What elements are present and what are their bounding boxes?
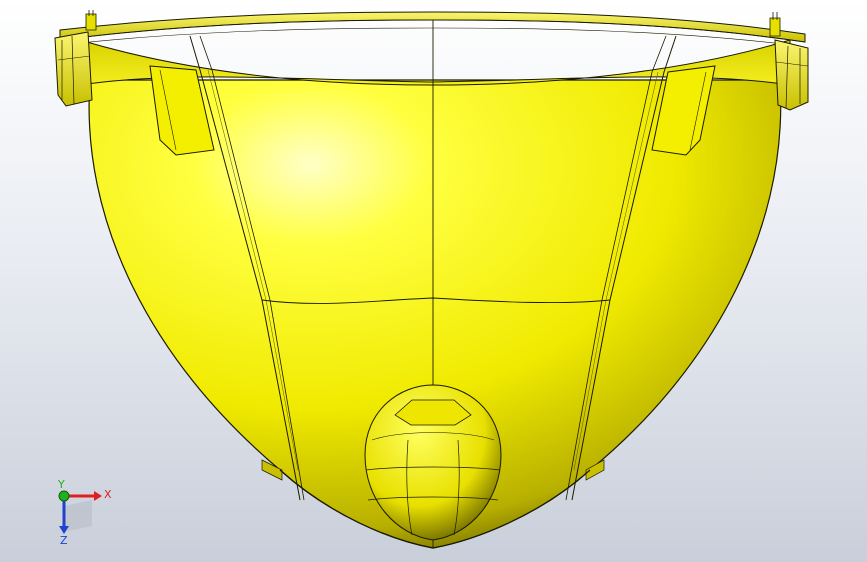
y-axis-label: Y xyxy=(57,480,65,491)
3d-model-bowl[interactable] xyxy=(0,0,867,562)
y-axis-dot xyxy=(58,490,70,502)
orientation-triad: X Z Y xyxy=(57,480,112,547)
left-handle xyxy=(54,10,97,107)
graphics-viewport[interactable]: X Z Y xyxy=(0,0,867,562)
bowl-rim xyxy=(59,11,806,43)
z-axis-label: Z xyxy=(60,534,68,547)
x-axis-label: X xyxy=(104,488,112,501)
